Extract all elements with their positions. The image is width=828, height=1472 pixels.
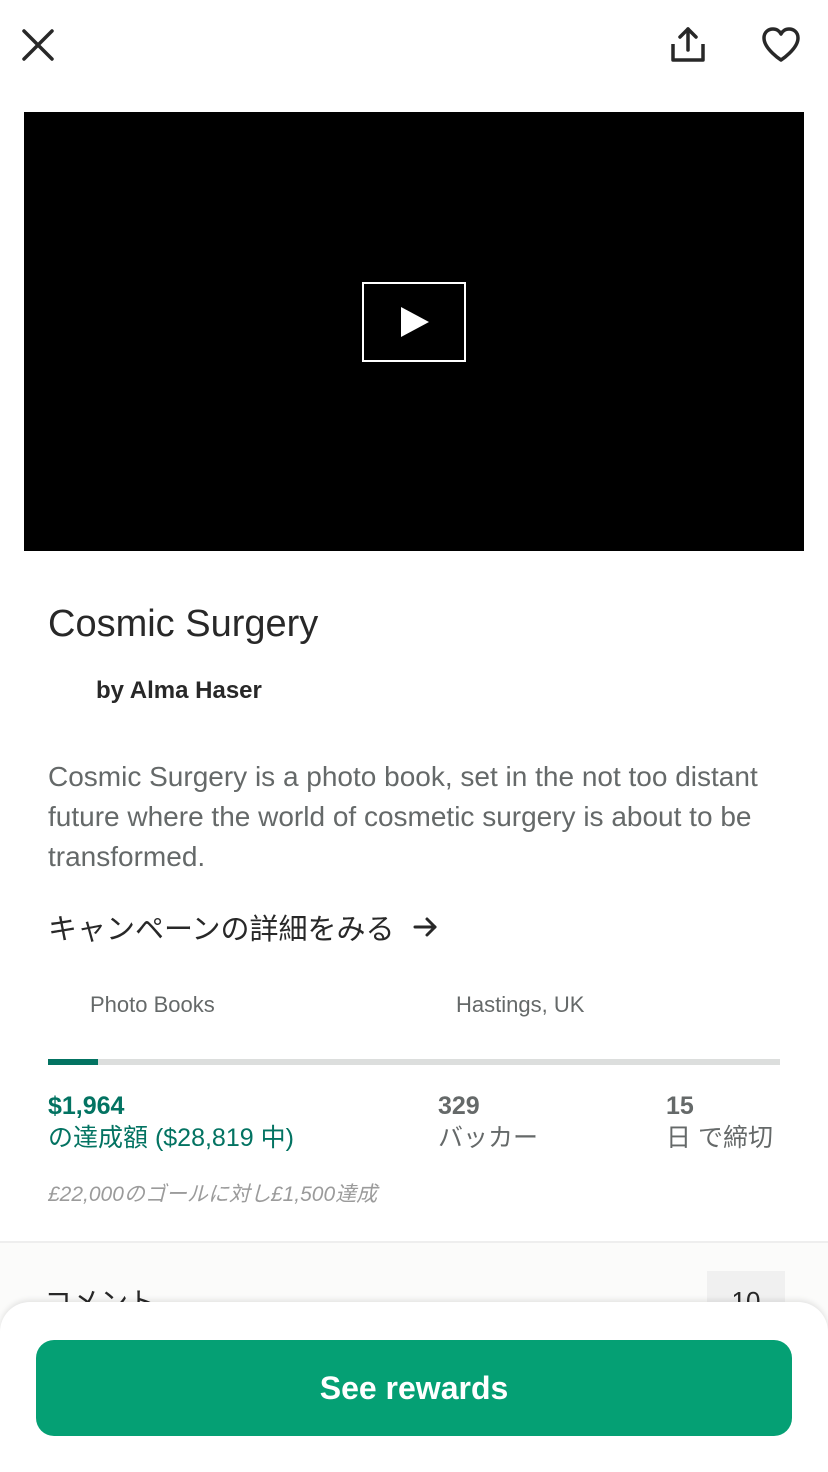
campaign-details-link[interactable]: キャンペーンの詳細をみる: [48, 906, 439, 948]
goal-note: £22,000のゴールに対し£1,500達成: [48, 1183, 378, 1206]
top-bar: [0, 0, 828, 100]
video-player[interactable]: [24, 112, 804, 551]
pledged-amount: $1,964: [48, 1092, 125, 1120]
heart-icon: [762, 27, 800, 62]
days-count: 15: [666, 1092, 694, 1120]
funding-progress-fill: [48, 1059, 98, 1065]
play-button[interactable]: [362, 282, 466, 362]
backers-count: 329: [438, 1092, 480, 1120]
favorite-button[interactable]: [753, 17, 809, 73]
pledged-label: の達成額 ($28,819 中): [48, 1124, 294, 1152]
days-label: 日 で締切: [666, 1124, 773, 1152]
category-tag[interactable]: Photo Books: [90, 992, 215, 1018]
location-tag[interactable]: Hastings, UK: [456, 992, 584, 1018]
share-icon: [671, 27, 705, 62]
arrow-right-icon: [413, 916, 439, 938]
days-stat: 15 日 で締切: [666, 1090, 773, 1154]
share-button[interactable]: [660, 17, 716, 73]
funding-progress-bar: [48, 1059, 780, 1065]
close-icon: [22, 29, 54, 61]
project-blurb: Cosmic Surgery is a photo book, set in t…: [48, 761, 758, 872]
campaign-details-label: キャンペーンの詳細をみる: [48, 914, 395, 946]
see-rewards-button[interactable]: See rewards: [36, 1340, 792, 1436]
pledged-stat: $1,964 の達成額 ($28,819 中): [48, 1090, 294, 1154]
creator-name[interactable]: by Alma Haser: [96, 677, 262, 705]
project-title: Cosmic Surgery: [48, 603, 319, 645]
play-icon: [401, 307, 429, 337]
bottom-action-bar: See rewards: [0, 1302, 828, 1472]
backers-stat: 329 バッカー: [438, 1090, 538, 1154]
close-button[interactable]: [10, 17, 66, 73]
backers-label: バッカー: [438, 1124, 539, 1152]
